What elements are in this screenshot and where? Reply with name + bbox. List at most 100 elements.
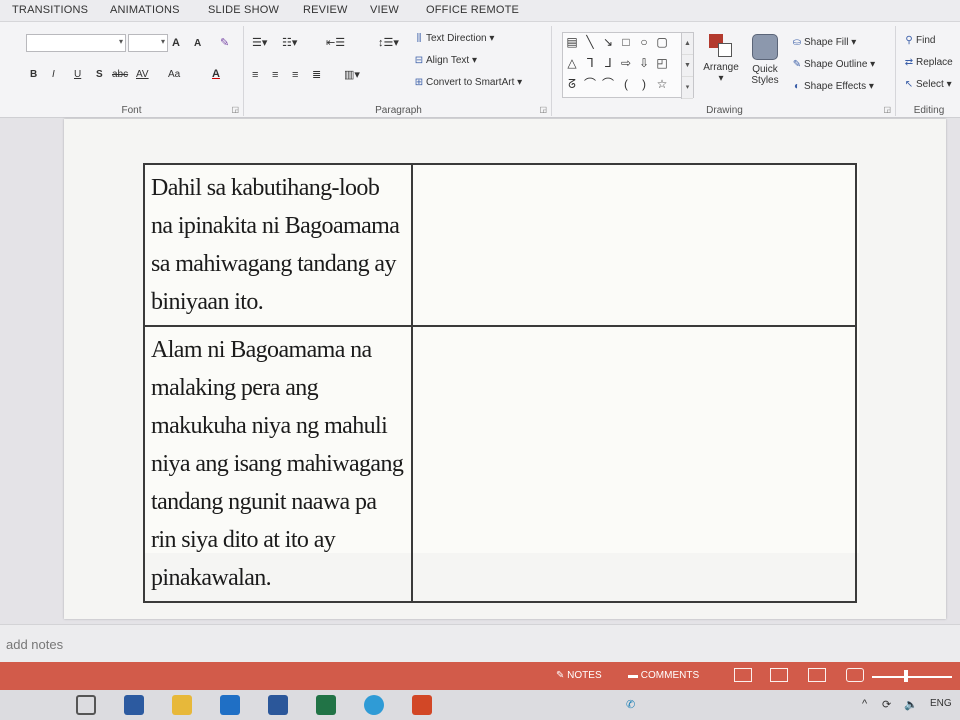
decrease-indent-icon[interactable]: ⇤☰ (326, 36, 345, 50)
browser-icon[interactable] (364, 695, 384, 715)
convert-smartart-button[interactable]: ⊞ Convert to SmartArt ▾ (412, 76, 522, 90)
comments-toggle-button[interactable]: ▬ COMMENTS (628, 670, 699, 681)
italic-button[interactable]: I (52, 68, 55, 82)
shape-effects-icon: ◐ (793, 81, 801, 92)
table-row: Dahil sa kabutihang-loob na ipinakita ni… (143, 163, 858, 327)
strikethrough-button[interactable]: abc (112, 68, 128, 82)
connector-shape-icon[interactable]: ᒣ (583, 56, 597, 70)
freeform-shape-icon[interactable]: ᘔ (565, 77, 579, 91)
star-shape-icon[interactable]: ☆ (655, 77, 669, 91)
shape-outline-button[interactable]: ✎ Shape Outline ▾ (790, 58, 875, 72)
slide-sorter-view-icon[interactable] (770, 668, 788, 682)
elbow-connector-shape-icon[interactable]: ᒧ (601, 56, 615, 70)
align-right-icon[interactable]: ≡ (292, 68, 298, 82)
align-left-icon[interactable]: ≡ (252, 68, 258, 82)
app-s-icon[interactable] (124, 695, 144, 715)
text-box-shape-icon[interactable]: ▤ (565, 35, 579, 49)
bold-button[interactable]: B (30, 68, 37, 82)
word-icon[interactable] (268, 695, 288, 715)
notes-toggle-label: NOTES (567, 670, 602, 681)
powerpoint-icon[interactable] (412, 695, 432, 715)
tab-review[interactable]: REVIEW (303, 4, 348, 16)
find-button[interactable]: ⚲ Find (902, 34, 935, 48)
rectangle-shape-icon[interactable]: □ (619, 35, 633, 49)
table-cell-statement[interactable]: Alam ni Bagoamama na malaking pera ang m… (143, 325, 413, 603)
right-bracket-shape-icon[interactable]: ) (637, 77, 651, 91)
dialog-launcher-icon[interactable]: ◲ (539, 105, 547, 114)
dialog-launcher-icon[interactable]: ◲ (231, 105, 239, 114)
chevron-up-icon[interactable]: ^ (862, 698, 867, 710)
zoom-slider[interactable] (872, 676, 952, 678)
dropbox-icon[interactable] (220, 695, 240, 715)
tab-animations[interactable]: ANIMATIONS (110, 4, 180, 16)
curve-shape-icon[interactable]: ⌒ (583, 77, 597, 91)
arrow-line-shape-icon[interactable]: ↘ (601, 35, 615, 49)
table-cell-statement[interactable]: Dahil sa kabutihang-loob na ipinakita ni… (143, 163, 413, 327)
notes-toggle-button[interactable]: ✎ NOTES (556, 670, 602, 681)
character-spacing-button[interactable]: AV (136, 68, 149, 82)
callout-shape-icon[interactable]: ◰ (655, 56, 669, 70)
dialog-launcher-icon[interactable]: ◲ (883, 105, 891, 114)
chevron-down-icon: ▾ (118, 37, 123, 46)
shape-fill-button[interactable]: ⛀ Shape Fill ▾ (790, 36, 856, 50)
align-text-button[interactable]: ⊟ Align Text ▾ (412, 54, 477, 68)
tab-slide-show[interactable]: SLIDE SHOW (208, 4, 279, 16)
clear-formatting-icon[interactable]: ✎ (220, 36, 229, 50)
more-shapes-icon[interactable]: ▾ (682, 77, 693, 99)
table-cell-answer[interactable] (410, 325, 858, 603)
scroll-up-icon[interactable]: ▲ (682, 33, 693, 55)
quick-styles-button[interactable]: Quick Styles (744, 32, 786, 108)
numbering-icon[interactable]: ☷▾ (282, 36, 297, 50)
arc-shape-icon[interactable]: ⌒ (601, 77, 615, 91)
notes-pane[interactable]: add notes (0, 624, 960, 662)
sync-icon[interactable]: ⟳ (882, 698, 891, 711)
scroll-down-icon[interactable]: ▼ (682, 55, 693, 77)
grow-font-button[interactable]: A (172, 36, 180, 50)
paint-bucket-icon: ⛀ (792, 37, 802, 48)
reading-view-icon[interactable] (808, 668, 826, 682)
columns-icon[interactable]: ▥▾ (344, 68, 360, 82)
rounded-rect-shape-icon[interactable]: ▢ (655, 35, 669, 49)
line-shape-icon[interactable]: ╲ (583, 35, 597, 49)
select-button[interactable]: ↖ Select ▾ (902, 78, 952, 92)
bullets-icon[interactable]: ☰▾ (252, 36, 267, 50)
arrange-button[interactable]: Arrange ▾ (700, 32, 742, 108)
task-view-icon[interactable] (76, 695, 96, 715)
shape-effects-button[interactable]: ◐ Shape Effects ▾ (790, 80, 874, 94)
justify-icon[interactable]: ≣ (312, 68, 321, 82)
story-table[interactable]: Dahil sa kabutihang-loob na ipinakita ni… (143, 163, 858, 603)
underline-button[interactable]: U (74, 68, 81, 82)
taskbar: ✆ ^ ⟳ 🔈 ENG (0, 690, 960, 720)
change-case-button[interactable]: Aa (168, 68, 180, 82)
slideshow-view-icon[interactable] (846, 668, 864, 682)
font-size-combo[interactable]: ▾ (128, 34, 168, 52)
zoom-slider-thumb[interactable] (904, 670, 908, 682)
table-cell-answer[interactable] (410, 163, 858, 327)
tab-transitions[interactable]: TRANSITIONS (12, 4, 88, 16)
shapes-gallery[interactable]: ▤ ╲ ↘ □ ○ ▢ △ ᒣ ᒧ ⇨ ⇩ ◰ ᘔ ⌒ ⌒ ( ) ☆ ▲ ▼ … (562, 32, 694, 99)
excel-icon[interactable] (316, 695, 336, 715)
line-spacing-icon[interactable]: ↕☰▾ (378, 36, 399, 50)
normal-view-icon[interactable] (734, 668, 752, 682)
network-icon[interactable]: ✆ (626, 698, 635, 711)
tab-office-remote[interactable]: OFFICE REMOTE (426, 4, 519, 16)
font-color-button[interactable]: A (212, 67, 220, 81)
oval-shape-icon[interactable]: ○ (637, 35, 651, 49)
text-direction-button[interactable]: ⫼ Text Direction ▾ (412, 32, 495, 46)
language-indicator[interactable]: ENG (930, 698, 952, 709)
left-bracket-shape-icon[interactable]: ( (619, 77, 633, 91)
file-explorer-icon[interactable] (172, 695, 192, 715)
font-name-combo[interactable]: ▾ (26, 34, 126, 52)
pencil-icon: ✎ (792, 59, 802, 70)
quick-styles-icon (752, 34, 778, 60)
triangle-shape-icon[interactable]: △ (565, 56, 579, 70)
right-arrow-shape-icon[interactable]: ⇨ (619, 56, 633, 70)
align-center-icon[interactable]: ≡ (272, 68, 278, 82)
volume-icon[interactable]: 🔈 (904, 698, 918, 711)
down-arrow-shape-icon[interactable]: ⇩ (637, 56, 651, 70)
shrink-font-button[interactable]: A (194, 37, 201, 51)
shapes-scrollbar[interactable]: ▲ ▼ ▾ (681, 33, 693, 99)
replace-button[interactable]: ⇄ Replace (902, 56, 953, 70)
shadow-button[interactable]: S (96, 68, 103, 82)
tab-view[interactable]: VIEW (370, 4, 399, 16)
